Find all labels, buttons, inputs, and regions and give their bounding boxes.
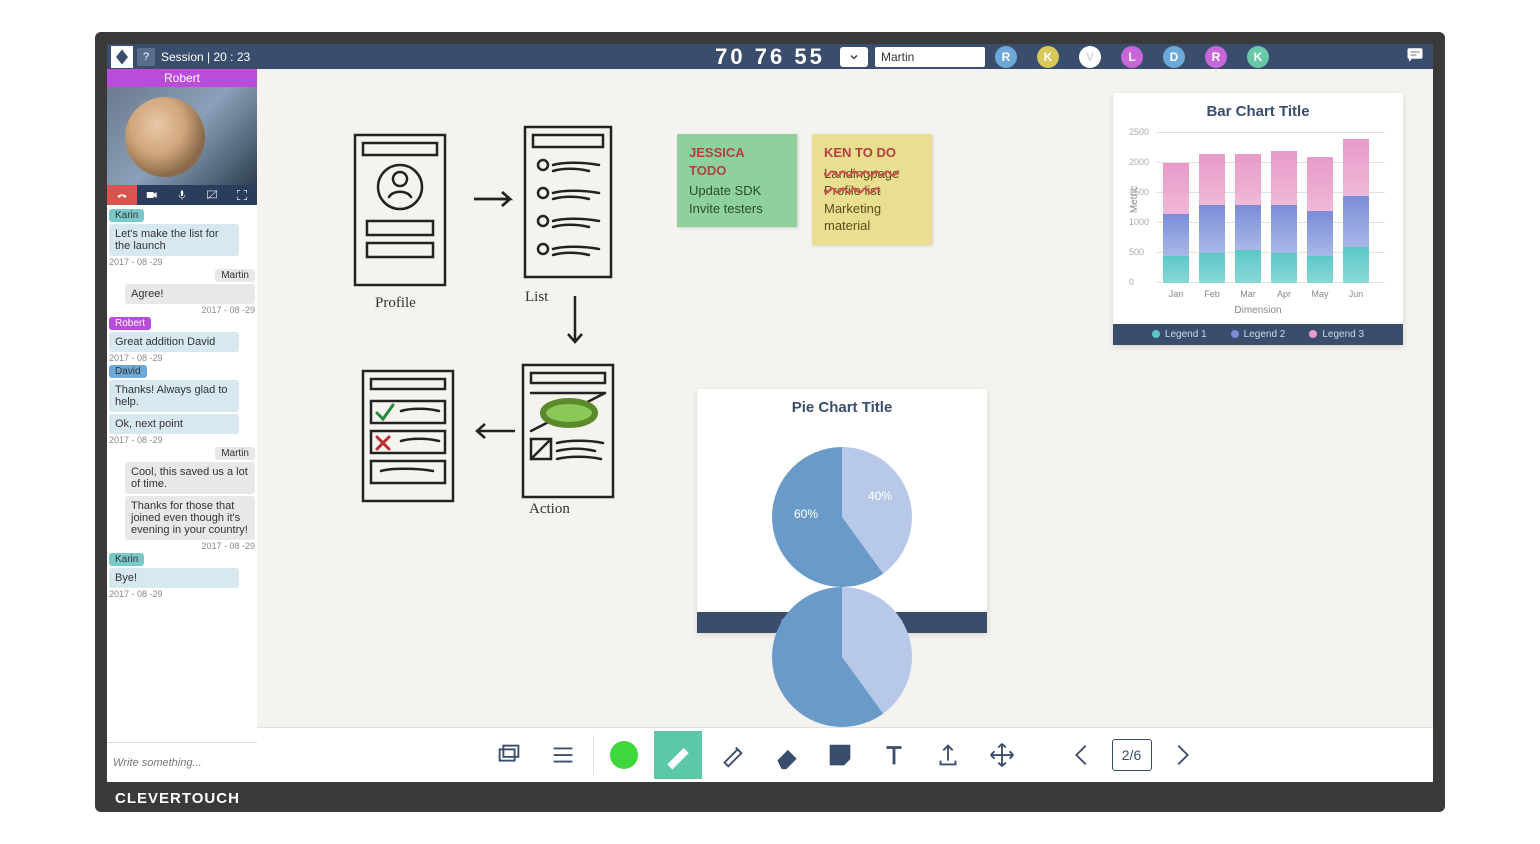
menu-tool[interactable] — [539, 731, 587, 779]
sticky-note-yellow[interactable]: KEN TO DO Landingpage Profile list Marke… — [812, 134, 932, 245]
color-picker[interactable] — [600, 731, 648, 779]
pie-slice-label: 60% — [794, 507, 818, 521]
bar-chart-xlabel: Dimension — [1113, 301, 1403, 324]
presenter-name[interactable]: Martin — [875, 47, 985, 67]
brand-label: CLEVERTOUCH — [115, 790, 240, 807]
bar-chart-title: Bar Chart Title — [1113, 93, 1403, 126]
chat-message: Ok, next point2017 - 08 -29 — [109, 414, 255, 445]
chat-panel: KarinLet's make the list for the launch2… — [107, 205, 257, 742]
app-logo[interactable] — [111, 46, 133, 68]
participant-badge[interactable]: D — [1163, 46, 1185, 68]
call-controls — [107, 185, 257, 205]
sketch-label-action: Action — [529, 501, 570, 518]
arrow-left-icon — [467, 419, 517, 448]
session-label: Session | 20 : 23 — [161, 50, 250, 64]
topbar: ? Session | 20 : 23 70 76 55 Martin RKVL… — [107, 44, 1433, 69]
pie-chart — [772, 447, 912, 587]
participant-badge[interactable]: R — [1205, 46, 1227, 68]
bar-column: Jun — [1343, 139, 1369, 283]
highlighter-tool[interactable] — [708, 731, 756, 779]
hangup-button[interactable] — [107, 185, 137, 205]
participant-list: RKVLDRK — [995, 46, 1269, 68]
participant-badge[interactable]: V — [1079, 46, 1101, 68]
cards-tool[interactable] — [485, 731, 533, 779]
sticky-note-green[interactable]: JESSICA TODO Update SDK Invite testers — [677, 134, 797, 227]
sketch-label-profile: Profile — [375, 295, 416, 312]
whiteboard-canvas[interactable]: Profile — [257, 69, 1433, 727]
timer-dropdown[interactable] — [840, 47, 868, 67]
chat-input[interactable] — [107, 743, 262, 782]
sticky-tool[interactable] — [816, 731, 864, 779]
sketch-action — [517, 359, 627, 509]
sketch-label-list: List — [525, 289, 548, 306]
chat-message: MartinCool, this saved us a lot of time. — [109, 447, 255, 494]
arrow-down-icon — [563, 294, 587, 359]
video-participant-name: Robert — [107, 69, 257, 87]
bar-column: Feb — [1199, 154, 1225, 283]
mic-button[interactable] — [167, 185, 197, 205]
chat-message: Thanks for those that joined even though… — [109, 496, 255, 551]
chat-message: RobertGreat addition David2017 - 08 -29 — [109, 317, 255, 363]
bar-column: Apr — [1271, 151, 1297, 283]
bar-column: May — [1307, 157, 1333, 283]
next-page[interactable] — [1158, 731, 1206, 779]
participant-badge[interactable]: K — [1247, 46, 1269, 68]
bar-chart-card[interactable]: Bar Chart Title Metric 05001000150020002… — [1113, 93, 1403, 345]
chat-composer — [107, 742, 257, 782]
camera-button[interactable] — [137, 185, 167, 205]
screen-share-button[interactable] — [197, 185, 227, 205]
bar-column: Mar — [1235, 154, 1261, 283]
participant-badge[interactable]: K — [1037, 46, 1059, 68]
chat-message: KarinBye!2017 - 08 -29 — [109, 553, 255, 599]
chat-message: DavidThanks! Always glad to help. — [109, 365, 255, 412]
participant-badge[interactable]: R — [995, 46, 1017, 68]
session-timer: 70 76 55 — [715, 44, 825, 70]
pie-slice-label: 40% — [868, 489, 892, 503]
chat-message: MartinAgree!2017 - 08 -29 — [109, 269, 255, 315]
sketch-checklist — [357, 365, 467, 515]
share-tool[interactable] — [924, 731, 972, 779]
pie-chart-title: Pie Chart Title — [697, 389, 987, 422]
pen-tool[interactable] — [654, 731, 702, 779]
sketch-list — [519, 121, 629, 291]
video-feed[interactable] — [107, 87, 257, 185]
arrow-right-icon — [472, 187, 522, 216]
prev-page[interactable] — [1058, 731, 1106, 779]
fullscreen-button[interactable] — [227, 185, 257, 205]
separator — [593, 735, 594, 775]
chat-toggle-icon[interactable] — [1405, 46, 1425, 67]
participant-badge[interactable]: L — [1121, 46, 1143, 68]
bar-column: Jan — [1163, 163, 1189, 283]
chat-message: KarinLet's make the list for the launch2… — [109, 209, 255, 267]
bottom-toolbar: 2/6 — [257, 727, 1433, 782]
bar-chart-legend: Legend 1 Legend 2 Legend 3 — [1113, 324, 1403, 345]
sketch-profile — [347, 129, 467, 299]
page-indicator[interactable]: 2/6 — [1112, 739, 1152, 771]
move-tool[interactable] — [978, 731, 1026, 779]
text-tool[interactable] — [870, 731, 918, 779]
sidebar: Robert KarinLet's make the list for the … — [107, 69, 257, 782]
eraser-tool[interactable] — [762, 731, 810, 779]
help-button[interactable]: ? — [137, 48, 155, 66]
pie-chart-card[interactable]: Pie Chart Title 60% 40% Situation Invers… — [697, 389, 987, 633]
